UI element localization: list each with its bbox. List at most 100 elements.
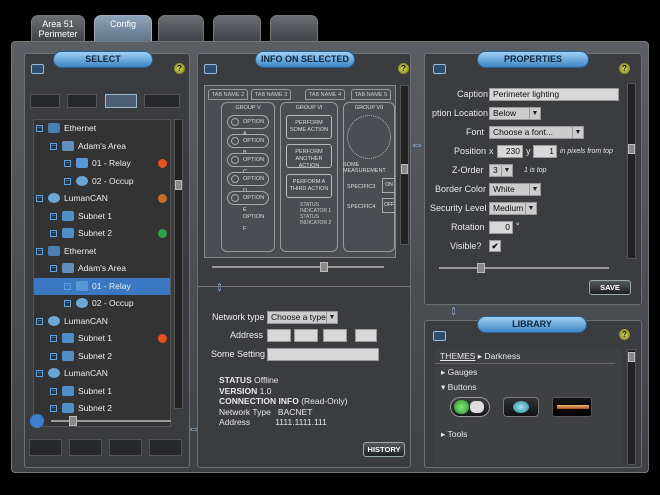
history-button[interactable]: HISTORY [363, 442, 405, 457]
library-view-icon[interactable] [433, 331, 446, 341]
tab-empty-5[interactable] [270, 15, 318, 42]
tree-horizontal-scrollbar[interactable] [51, 416, 171, 426]
collapse-icon[interactable]: − [50, 142, 57, 150]
info-view-icon[interactable] [204, 64, 217, 74]
add-device-icon[interactable] [29, 439, 62, 456]
resize-vertical-icon[interactable]: ⇔ [213, 280, 229, 294]
network-type-select[interactable]: Choose a type ▼ [267, 311, 338, 324]
device-view-icon[interactable] [105, 94, 137, 108]
empty-tool-button[interactable] [149, 439, 182, 456]
design-tab-3[interactable]: TAB NAME 3 [251, 89, 291, 100]
collapse-icon[interactable]: − [64, 282, 71, 290]
zorder-select[interactable]: 3 ▼ [489, 164, 513, 177]
collapse-icon[interactable]: − [50, 387, 57, 395]
some-setting-input[interactable] [267, 348, 379, 361]
tree-node[interactable]: − Subnet 1 [34, 383, 170, 400]
tree-node[interactable]: − Subnet 2 [34, 348, 170, 365]
properties-view-icon[interactable] [433, 64, 446, 74]
properties-help-icon[interactable]: ? [619, 63, 630, 74]
rotation-input[interactable]: 0 [489, 221, 513, 234]
round-button-sample[interactable] [503, 397, 539, 417]
preview-horizontal-scrollbar[interactable] [212, 262, 384, 272]
tab-empty-4[interactable] [213, 15, 261, 42]
collapse-icon[interactable]: − [36, 247, 43, 255]
hierarchy-view-icon[interactable] [67, 94, 97, 108]
border-color-select[interactable]: White ▼ [489, 183, 541, 196]
x-input[interactable]: 230 [497, 145, 523, 158]
edit-pencil-icon[interactable] [69, 439, 102, 456]
tree-node[interactable]: − 01 - Relay [34, 277, 170, 295]
option-b[interactable]: OPTION B [227, 134, 269, 156]
address-octet-2[interactable] [294, 329, 318, 342]
collapse-icon[interactable]: − [50, 335, 57, 342]
tree-node[interactable]: − 02 - Occup [34, 173, 170, 190]
design-tab-2[interactable]: TAB NAME 2 [208, 89, 248, 100]
select-help-icon[interactable]: ? [174, 63, 185, 74]
gauges-category[interactable]: ▸ Gauges [441, 367, 477, 378]
tree-node[interactable]: − 01 - Relay [34, 155, 170, 172]
visible-checkbox[interactable]: ✔ [489, 240, 501, 252]
bar-button-sample[interactable] [552, 397, 592, 417]
specific4-toggle[interactable]: OFF [382, 198, 395, 213]
breadcrumb-themes[interactable]: THEMES [440, 351, 475, 361]
address-octet-1[interactable] [267, 329, 291, 342]
tab-empty-3[interactable] [158, 15, 204, 42]
collapse-icon[interactable]: − [64, 160, 71, 167]
buttons-category[interactable]: ▾ Buttons [441, 382, 476, 393]
tree-node[interactable]: − Adam's Area [34, 138, 170, 155]
tree-node[interactable]: − 02 - Occup [34, 295, 170, 312]
properties-horizontal-scrollbar[interactable] [439, 263, 609, 273]
library-vertical-scrollbar[interactable] [627, 349, 636, 465]
option-d[interactable]: OPTION D [227, 172, 269, 194]
tree-node[interactable]: − LumanCAN [34, 365, 170, 382]
grid-view-icon[interactable] [30, 94, 60, 108]
tree-node[interactable]: − Adam's Area [34, 260, 170, 277]
perform-action-2[interactable]: PERFORM ANOTHER ACTION [286, 144, 332, 169]
collapse-icon[interactable]: − [50, 265, 57, 272]
collapse-icon[interactable]: − [36, 125, 43, 132]
list-view-icon[interactable] [144, 94, 180, 108]
collapse-icon[interactable]: − [64, 177, 71, 185]
y-input[interactable]: 1 [533, 145, 557, 158]
font-select[interactable]: Choose a font... ▼ [489, 126, 584, 139]
tree-node[interactable]: − LumanCAN [34, 190, 170, 207]
toggle-button-sample[interactable] [450, 397, 490, 417]
tree-vertical-scrollbar[interactable] [174, 119, 183, 409]
tab-config[interactable]: Config [94, 15, 152, 42]
tree-node[interactable]: − Subnet 2 [34, 225, 170, 242]
collapse-icon[interactable]: − [36, 195, 43, 202]
resize-vertical-icon-2[interactable]: ⇔ [447, 304, 463, 318]
perform-action-3[interactable]: PERFORM A THIRD ACTION [286, 174, 332, 198]
option-c[interactable]: OPTION C [227, 153, 269, 175]
tree-node[interactable]: − Ethernet [34, 243, 170, 260]
caption-input[interactable]: Perimeter lighting [489, 88, 619, 101]
tree-refresh-icon[interactable] [30, 414, 44, 428]
security-level-select[interactable]: Medium ▼ [489, 202, 537, 215]
collapse-icon[interactable]: − [36, 370, 43, 377]
library-help-icon[interactable]: ? [619, 329, 630, 340]
collapse-icon[interactable]: − [50, 212, 57, 220]
select-view-icon[interactable] [31, 64, 44, 74]
tools-category[interactable]: ▸ Tools [441, 429, 467, 440]
specific3-toggle[interactable]: ON [382, 178, 395, 193]
tree-node[interactable]: − Subnet 1 [34, 208, 170, 225]
perform-action-1[interactable]: PERFORM SOME ACTION [286, 115, 332, 139]
info-help-icon[interactable]: ? [398, 63, 409, 74]
preview-vertical-scrollbar[interactable] [400, 85, 409, 245]
tree-node[interactable]: − Ethernet [34, 120, 170, 137]
option-e[interactable]: OPTION E [227, 191, 269, 213]
tree-node[interactable]: − Subnet 2 [34, 400, 170, 417]
design-tab-5[interactable]: TAB NAME 5 [351, 89, 391, 100]
address-octet-3[interactable] [323, 329, 347, 342]
option-f[interactable]: OPTION F [227, 210, 269, 232]
design-tab-4[interactable]: TAB NAME 4 [305, 89, 345, 100]
tree-node[interactable]: − LumanCAN [34, 313, 170, 330]
option-a[interactable]: OPTION A [227, 115, 269, 137]
collapse-icon[interactable]: − [50, 405, 57, 412]
collapse-icon[interactable]: − [36, 317, 43, 325]
save-button[interactable]: SAVE [589, 280, 631, 295]
tab-area-51-perimeter[interactable]: Area 51 Perimeter [31, 15, 85, 42]
collapse-icon[interactable]: − [50, 352, 57, 360]
address-octet-4[interactable] [355, 329, 377, 342]
collapse-icon[interactable]: − [64, 300, 71, 307]
